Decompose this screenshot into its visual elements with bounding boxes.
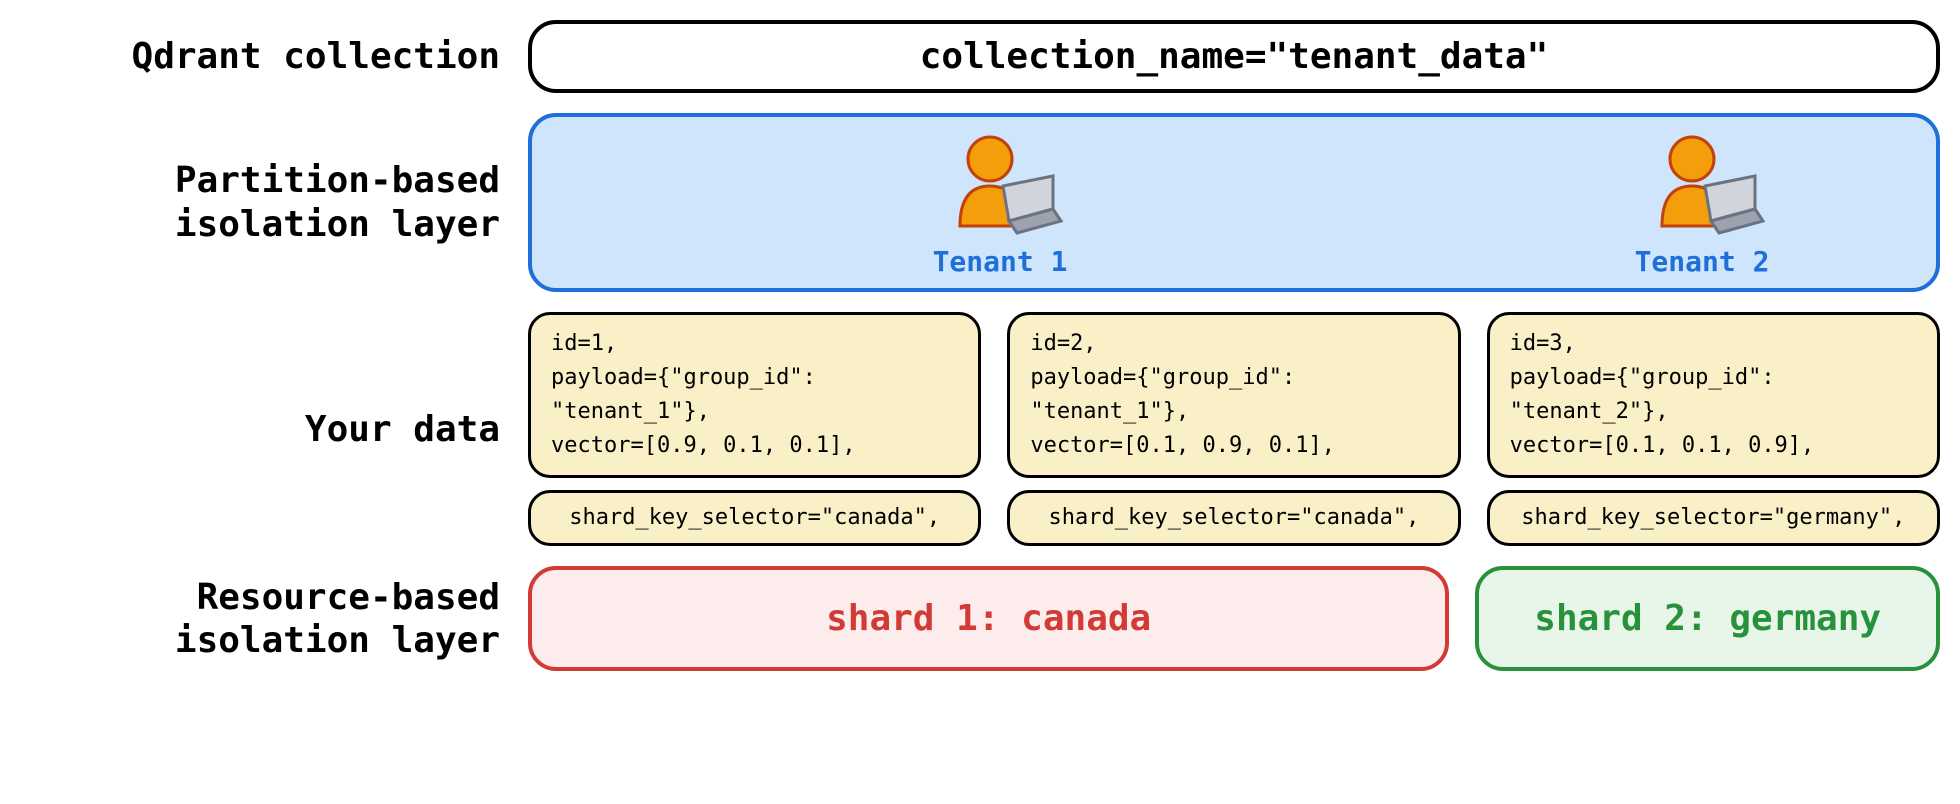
partition-layer-box: Tenant 1 Tenant 2 [528, 113, 1940, 292]
collection-box: collection_name="tenant_data" [528, 20, 1940, 93]
tenant-1-label: Tenant 1 [933, 245, 1068, 278]
user-laptop-icon [1637, 131, 1767, 241]
label-your-data: Your data [20, 408, 500, 451]
record-payload-line: payload={"group_id": "tenant_1"}, [1030, 361, 1437, 429]
record-card: id=2, payload={"group_id": "tenant_1"}, … [1007, 312, 1460, 478]
record-payload-line: payload={"group_id": "tenant_1"}, [551, 361, 958, 429]
record-id-line: id=3, [1510, 327, 1917, 361]
record-card: id=3, payload={"group_id": "tenant_2"}, … [1487, 312, 1940, 478]
data-card-2: id=2, payload={"group_id": "tenant_1"}, … [1007, 312, 1460, 546]
shard-row: shard 1: canada shard 2: germany [528, 566, 1940, 671]
diagram-grid: Qdrant collection collection_name="tenan… [20, 20, 1940, 671]
label-partition-layer: Partition-based isolation layer [20, 159, 500, 245]
label-qdrant-collection: Qdrant collection [20, 35, 500, 78]
data-row: id=1, payload={"group_id": "tenant_1"}, … [528, 312, 1940, 546]
tenant-1: Tenant 1 [532, 131, 1468, 278]
record-payload-line: payload={"group_id": "tenant_2"}, [1510, 361, 1917, 429]
shard-1-box: shard 1: canada [528, 566, 1449, 671]
label-resource-layer: Resource-based isolation layer [20, 576, 500, 662]
record-id-line: id=2, [1030, 327, 1437, 361]
shard-key-card: shard_key_selector="germany", [1487, 490, 1940, 546]
record-id-line: id=1, [551, 327, 958, 361]
record-card: id=1, payload={"group_id": "tenant_1"}, … [528, 312, 981, 478]
record-vector-line: vector=[0.1, 0.9, 0.1], [1030, 429, 1437, 463]
user-laptop-icon [935, 131, 1065, 241]
tenant-2: Tenant 2 [1468, 131, 1936, 278]
collection-expression: collection_name="tenant_data" [920, 36, 1549, 77]
record-vector-line: vector=[0.1, 0.1, 0.9], [1510, 429, 1917, 463]
tenant-2-label: Tenant 2 [1635, 245, 1770, 278]
shard-key-card: shard_key_selector="canada", [528, 490, 981, 546]
shard-key-card: shard_key_selector="canada", [1007, 490, 1460, 546]
data-card-3: id=3, payload={"group_id": "tenant_2"}, … [1487, 312, 1940, 546]
shard-1-label: shard 1: canada [826, 598, 1151, 639]
shard-2-box: shard 2: germany [1475, 566, 1940, 671]
shard-2-label: shard 2: germany [1534, 598, 1881, 639]
record-vector-line: vector=[0.9, 0.1, 0.1], [551, 429, 958, 463]
data-card-1: id=1, payload={"group_id": "tenant_1"}, … [528, 312, 981, 546]
